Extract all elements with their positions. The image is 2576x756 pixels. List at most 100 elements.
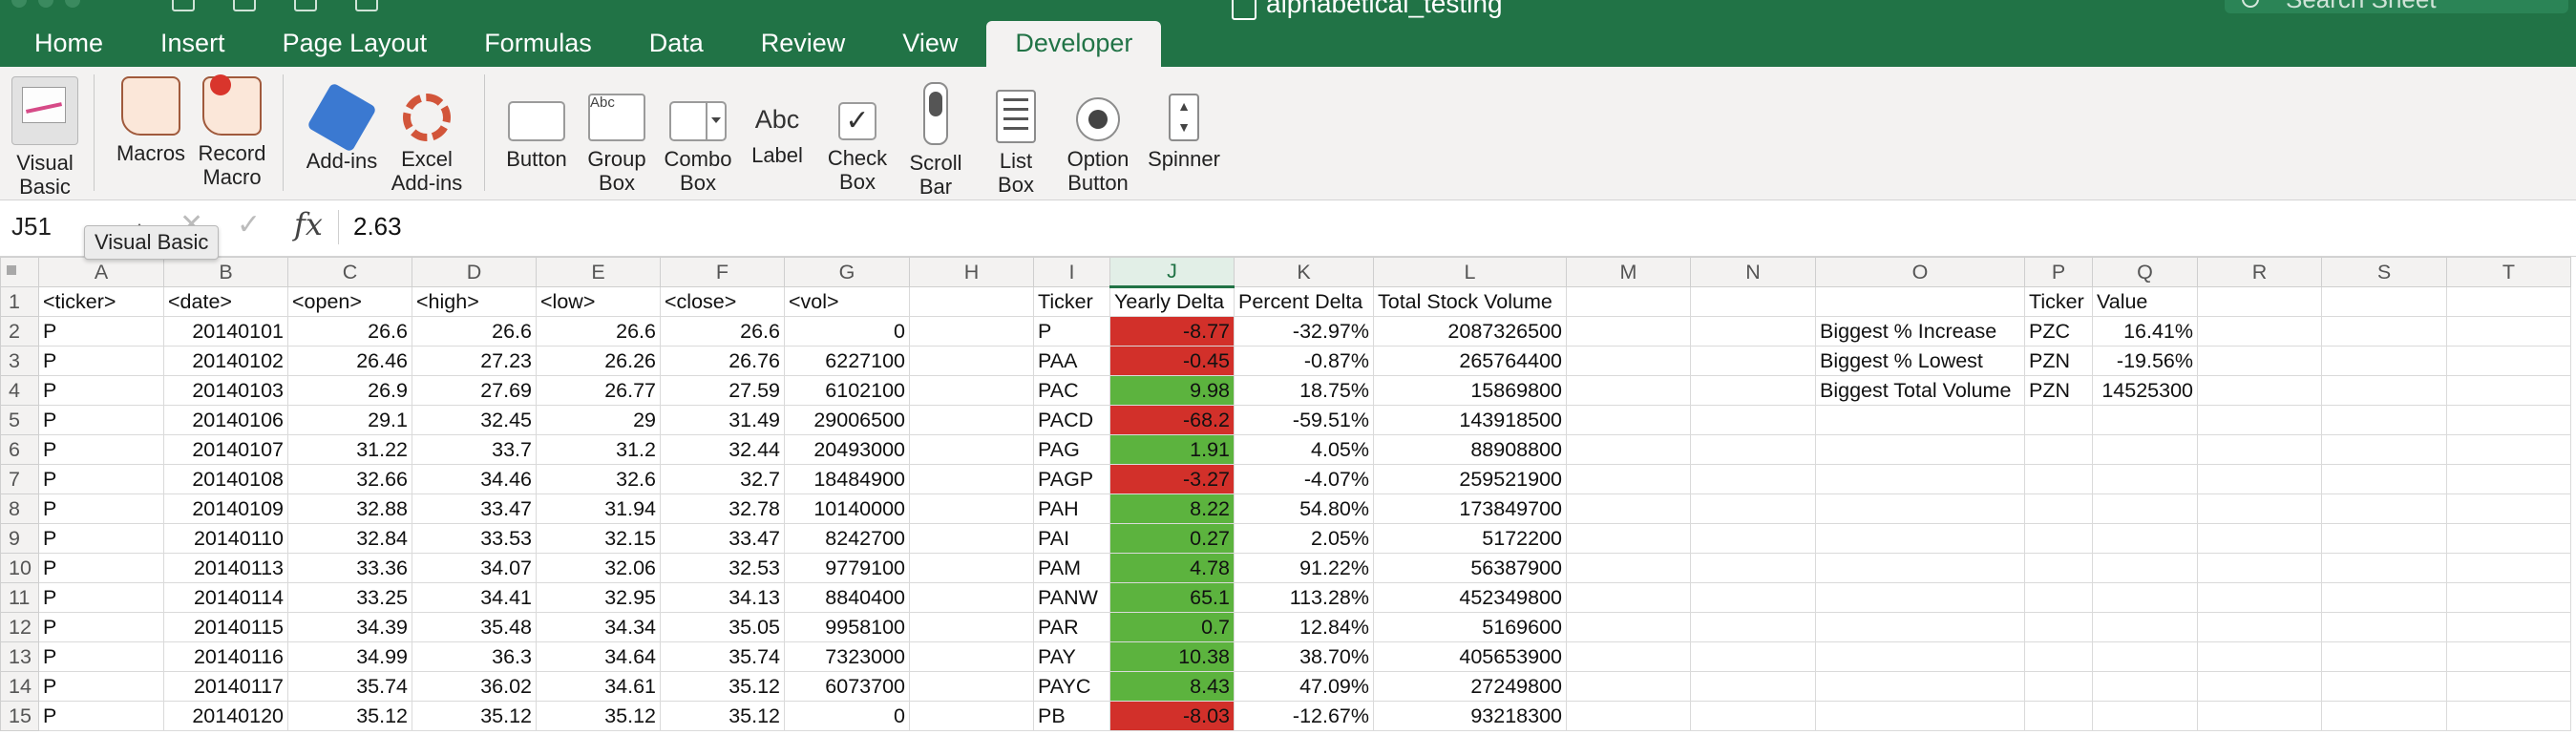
tab-developer[interactable]: Developer	[986, 21, 1162, 67]
cell-i15[interactable]: PB	[1033, 701, 1110, 731]
cell-h7[interactable]	[909, 464, 1034, 494]
cell-k5[interactable]: -59.51%	[1234, 405, 1374, 435]
cell-o13[interactable]	[1815, 641, 2025, 672]
cell-g12[interactable]: 9958100	[784, 612, 910, 642]
cell-a4[interactable]: P	[38, 375, 164, 406]
cell-m3[interactable]	[1566, 346, 1691, 376]
scroll-bar-control[interactable]: Scroll Bar	[901, 76, 970, 199]
cell-g11[interactable]: 8840400	[784, 582, 910, 613]
cell-k2[interactable]: -32.97%	[1234, 316, 1374, 346]
cell-k3[interactable]: -0.87%	[1234, 346, 1374, 376]
cell-n2[interactable]	[1690, 316, 1816, 346]
cell-s5[interactable]	[2321, 405, 2447, 435]
cell-c5[interactable]: 29.1	[287, 405, 412, 435]
cell-h2[interactable]	[909, 316, 1034, 346]
cell-t5[interactable]	[2446, 405, 2571, 435]
cell-n15[interactable]	[1690, 701, 1816, 731]
column-header-l[interactable]: L	[1373, 257, 1567, 287]
row-header[interactable]: 4	[0, 375, 39, 406]
cell-h14[interactable]	[909, 671, 1034, 702]
cell-r4[interactable]	[2197, 375, 2322, 406]
column-header-m[interactable]: M	[1566, 257, 1691, 287]
cell-j14[interactable]: 8.43	[1109, 671, 1235, 702]
cell-f14[interactable]: 35.12	[660, 671, 785, 702]
cell-n6[interactable]	[1690, 434, 1816, 465]
cell-o9[interactable]	[1815, 523, 2025, 554]
select-all-corner[interactable]	[0, 257, 39, 287]
option-button-control[interactable]: Option Button	[1060, 76, 1136, 195]
column-header-h[interactable]: H	[909, 257, 1034, 287]
cell-t14[interactable]	[2446, 671, 2571, 702]
cell-r11[interactable]	[2197, 582, 2322, 613]
cell-j9[interactable]: 0.27	[1109, 523, 1235, 554]
cell-r13[interactable]	[2197, 641, 2322, 672]
row-header[interactable]: 10	[0, 553, 39, 583]
tab-insert[interactable]: Insert	[132, 29, 254, 67]
cell-m6[interactable]	[1566, 434, 1691, 465]
record-macro-button[interactable]: Record Macro	[194, 74, 270, 189]
cell-p12[interactable]	[2024, 612, 2093, 642]
cell-s4[interactable]	[2321, 375, 2447, 406]
cell-j5[interactable]: -68.2	[1109, 405, 1235, 435]
cell-c10[interactable]: 33.36	[287, 553, 412, 583]
cell-o2[interactable]: Biggest % Increase	[1815, 316, 2025, 346]
cell-i7[interactable]: PAGP	[1033, 464, 1110, 494]
cell-k8[interactable]: 54.80%	[1234, 494, 1374, 524]
cell-t8[interactable]	[2446, 494, 2571, 524]
cell-m4[interactable]	[1566, 375, 1691, 406]
cell-p2[interactable]: PZC	[2024, 316, 2093, 346]
cell-r2[interactable]	[2197, 316, 2322, 346]
cell-b11[interactable]: 20140114	[163, 582, 288, 613]
cell-c9[interactable]: 32.84	[287, 523, 412, 554]
cell-b10[interactable]: 20140113	[163, 553, 288, 583]
cell-i1[interactable]: Ticker	[1033, 286, 1110, 317]
cell-o8[interactable]	[1815, 494, 2025, 524]
cell-n12[interactable]	[1690, 612, 1816, 642]
cell-h9[interactable]	[909, 523, 1034, 554]
cell-m7[interactable]	[1566, 464, 1691, 494]
cell-n7[interactable]	[1690, 464, 1816, 494]
cell-b9[interactable]: 20140110	[163, 523, 288, 554]
cell-k11[interactable]: 113.28%	[1234, 582, 1374, 613]
cell-b7[interactable]: 20140108	[163, 464, 288, 494]
cell-n10[interactable]	[1690, 553, 1816, 583]
label-control[interactable]: Abc Label	[743, 76, 812, 167]
cell-l4[interactable]: 15869800	[1373, 375, 1567, 406]
cell-n9[interactable]	[1690, 523, 1816, 554]
cell-m5[interactable]	[1566, 405, 1691, 435]
cell-p11[interactable]	[2024, 582, 2093, 613]
cell-l12[interactable]: 5169600	[1373, 612, 1567, 642]
cell-f1[interactable]: <close>	[660, 286, 785, 317]
visual-basic-button[interactable]: Visual Basic	[6, 76, 84, 199]
cell-e1[interactable]: <low>	[536, 286, 661, 317]
cell-h11[interactable]	[909, 582, 1034, 613]
cell-f11[interactable]: 34.13	[660, 582, 785, 613]
row-header[interactable]: 8	[0, 494, 39, 524]
cell-b3[interactable]: 20140102	[163, 346, 288, 376]
spinner-control[interactable]: ▲ ▼ Spinner	[1143, 76, 1225, 171]
cell-k4[interactable]: 18.75%	[1234, 375, 1374, 406]
cell-n5[interactable]	[1690, 405, 1816, 435]
cell-d1[interactable]: <high>	[412, 286, 537, 317]
cell-j2[interactable]: -8.77	[1109, 316, 1235, 346]
cell-k1[interactable]: Percent Delta	[1234, 286, 1374, 317]
cell-p7[interactable]	[2024, 464, 2093, 494]
cell-r8[interactable]	[2197, 494, 2322, 524]
cell-i5[interactable]: PACD	[1033, 405, 1110, 435]
cell-i8[interactable]: PAH	[1033, 494, 1110, 524]
cell-b12[interactable]: 20140115	[163, 612, 288, 642]
cell-t3[interactable]	[2446, 346, 2571, 376]
cell-i2[interactable]: P	[1033, 316, 1110, 346]
cell-a15[interactable]: P	[38, 701, 164, 731]
cell-o12[interactable]	[1815, 612, 2025, 642]
cell-h6[interactable]	[909, 434, 1034, 465]
list-box-control[interactable]: List Box	[980, 76, 1052, 197]
cell-f5[interactable]: 31.49	[660, 405, 785, 435]
cell-p10[interactable]	[2024, 553, 2093, 583]
cell-s2[interactable]	[2321, 316, 2447, 346]
cell-p9[interactable]	[2024, 523, 2093, 554]
cell-d9[interactable]: 33.53	[412, 523, 537, 554]
cell-b5[interactable]: 20140106	[163, 405, 288, 435]
cell-l13[interactable]: 405653900	[1373, 641, 1567, 672]
cell-s6[interactable]	[2321, 434, 2447, 465]
